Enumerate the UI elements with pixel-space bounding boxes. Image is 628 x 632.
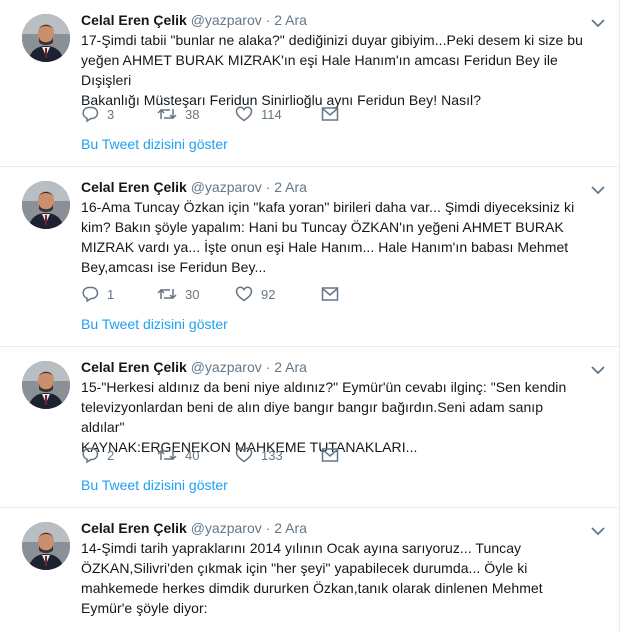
chevron-down-icon[interactable]: [590, 524, 606, 536]
show-thread-link[interactable]: Bu Tweet dizisini göster: [81, 134, 228, 154]
separator-dot: ·: [265, 179, 271, 195]
retweet-icon: [157, 446, 177, 464]
retweet-button[interactable]: 40: [157, 445, 235, 465]
tweet-text-line: televizyonlardan beni de alın diye bangı…: [81, 399, 544, 435]
author-name[interactable]: Celal Eren Çelik: [81, 520, 187, 536]
reply-icon: [81, 285, 99, 303]
retweet-count: 40: [185, 447, 200, 463]
tweet-header: Celal Eren Çelik @yazparov · 2 Ara: [81, 10, 590, 30]
avatar[interactable]: [22, 181, 70, 229]
reply-button[interactable]: 3: [81, 104, 157, 124]
tweet-actions: 2 40 133: [81, 445, 339, 465]
dm-button[interactable]: [321, 445, 339, 465]
tweet-content: Celal Eren Çelik @yazparov · 2 Ara 17-Şi…: [81, 10, 590, 110]
reply-count: 3: [107, 106, 115, 122]
tweet-card[interactable]: Celal Eren Çelik @yazparov · 2 Ara 17-Şi…: [0, 0, 620, 167]
like-button[interactable]: 133: [235, 445, 321, 465]
tweet-text-line: MIZRAK vardı ya... İşte onun eşi Hale Ha…: [81, 239, 569, 255]
like-button[interactable]: 114: [235, 104, 321, 124]
like-count: 133: [261, 447, 283, 463]
tweet-actions: 3 38 114: [81, 104, 339, 124]
avatar[interactable]: [22, 14, 70, 62]
tweet-header: Celal Eren Çelik @yazparov · 2 Ara: [81, 357, 590, 377]
tweet-text-line: mahkemede herkes dimdik dururken Özkan,t…: [81, 580, 543, 596]
tweet-timestamp[interactable]: 2 Ara: [274, 359, 307, 375]
separator-dot: ·: [265, 520, 271, 536]
author-handle[interactable]: @yazparov: [191, 179, 262, 195]
tweet-header: Celal Eren Çelik @yazparov · 2 Ara: [81, 177, 590, 197]
tweet-card[interactable]: Celal Eren Çelik @yazparov · 2 Ara 16-Am…: [0, 167, 620, 347]
show-thread-link[interactable]: Bu Tweet dizisini göster: [81, 314, 228, 334]
retweet-icon: [157, 285, 177, 303]
author-handle[interactable]: @yazparov: [191, 520, 262, 536]
tweet-card[interactable]: Celal Eren Çelik @yazparov · 2 Ara 15-"H…: [0, 347, 620, 508]
chevron-down-icon[interactable]: [590, 183, 606, 195]
envelope-icon: [321, 106, 339, 122]
like-count: 92: [261, 286, 276, 302]
tweet-timestamp[interactable]: 2 Ara: [274, 520, 307, 536]
tweet-text: 14-Şimdi tarih yapraklarını 2014 yılının…: [81, 538, 590, 618]
chevron-down-icon[interactable]: [590, 16, 606, 28]
dm-button[interactable]: [321, 284, 339, 304]
envelope-icon: [321, 447, 339, 463]
retweet-icon: [157, 105, 177, 123]
retweet-button[interactable]: 38: [157, 104, 235, 124]
retweet-count: 38: [185, 106, 200, 122]
author-handle[interactable]: @yazparov: [191, 12, 262, 28]
reply-button[interactable]: 1: [81, 284, 157, 304]
tweet-text-line: Eymür'e şöyle diyor:: [81, 600, 208, 616]
chevron-down-icon[interactable]: [590, 363, 606, 375]
author-handle[interactable]: @yazparov: [191, 359, 262, 375]
tweet-text-line: 16-Ama Tuncay Özkan için "kafa yoran" bi…: [81, 199, 575, 215]
tweet-content: Celal Eren Çelik @yazparov · 2 Ara 14-Şi…: [81, 518, 590, 618]
tweet-text-line: ÖZKAN,Silivri'den çıkmak için "her şeyi"…: [81, 560, 528, 576]
tweet-text-line: 15-"Herkesi aldınız da beni niye aldınız…: [81, 379, 567, 395]
retweet-count: 30: [185, 286, 200, 302]
reply-button[interactable]: 2: [81, 445, 157, 465]
author-name[interactable]: Celal Eren Çelik: [81, 179, 187, 195]
tweet-header: Celal Eren Çelik @yazparov · 2 Ara: [81, 518, 590, 538]
heart-icon: [235, 285, 253, 303]
like-count: 114: [261, 106, 282, 122]
tweet-content: Celal Eren Çelik @yazparov · 2 Ara 15-"H…: [81, 357, 590, 457]
timeline: Celal Eren Çelik @yazparov · 2 Ara 17-Şi…: [0, 0, 620, 632]
tweet-text-line: 17-Şimdi tabii "bunlar ne alaka?" dediği…: [81, 32, 583, 48]
author-name[interactable]: Celal Eren Çelik: [81, 359, 187, 375]
heart-icon: [235, 105, 253, 123]
reply-icon: [81, 105, 99, 123]
tweet-actions: 1 30 92: [81, 284, 339, 304]
envelope-icon: [321, 286, 339, 302]
show-thread-link[interactable]: Bu Tweet dizisini göster: [81, 475, 228, 495]
tweet-text: 16-Ama Tuncay Özkan için "kafa yoran" bi…: [81, 197, 590, 277]
separator-dot: ·: [265, 359, 271, 375]
retweet-button[interactable]: 30: [157, 284, 235, 304]
tweet-text-line: kim? Bakın şöyle yapalım: Hani bu Tuncay…: [81, 219, 564, 235]
author-name[interactable]: Celal Eren Çelik: [81, 12, 187, 28]
reply-count: 1: [107, 286, 115, 302]
separator-dot: ·: [265, 12, 271, 28]
reply-icon: [81, 446, 99, 464]
tweet-text: 17-Şimdi tabii "bunlar ne alaka?" dediği…: [81, 30, 590, 110]
heart-icon: [235, 446, 253, 464]
like-button[interactable]: 92: [235, 284, 321, 304]
tweet-card[interactable]: Celal Eren Çelik @yazparov · 2 Ara 14-Şi…: [0, 508, 620, 632]
tweet-text-line: yeğen AHMET BURAK MIZRAK'ın eşi Hale Han…: [81, 52, 558, 88]
dm-button[interactable]: [321, 104, 339, 124]
tweet-text-line: Bey,amcası ise Feridun Bey...: [81, 259, 267, 275]
avatar[interactable]: [22, 361, 70, 409]
tweet-content: Celal Eren Çelik @yazparov · 2 Ara 16-Am…: [81, 177, 590, 277]
tweet-timestamp[interactable]: 2 Ara: [274, 179, 307, 195]
tweet-timestamp[interactable]: 2 Ara: [274, 12, 307, 28]
tweet-text-line: 14-Şimdi tarih yapraklarını 2014 yılının…: [81, 540, 522, 556]
avatar[interactable]: [22, 522, 70, 570]
reply-count: 2: [107, 447, 115, 463]
